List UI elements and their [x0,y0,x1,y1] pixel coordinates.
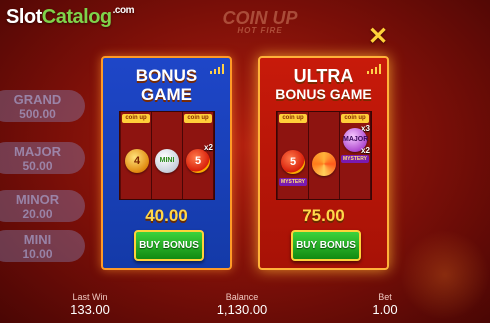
coin-up-tag: coin up [122,114,150,123]
buy-bonus-button[interactable]: BUY BONUS [134,230,204,261]
coin-up-tag: coin up [279,114,307,123]
jackpot-value: 500.00 [19,107,56,121]
coin-symbol: 5 [281,150,305,174]
last-win-display: Last Win 133.00 [45,292,135,317]
jackpot-name: MINI [23,232,52,247]
jackpot-major: MAJOR 50.00 [0,142,85,174]
game-logo-name: COIN UP [222,8,298,28]
jackpot-minor: MINOR 20.00 [0,190,85,222]
bet-display: Bet 1.00 [340,292,430,317]
coin-up-tag: coin up [184,114,212,123]
slotcatalog-watermark: SlotCatalog.com [6,5,135,29]
mystery-badge: MYSTERY [279,178,307,186]
balance-value: 1,130.00 [216,302,268,317]
jackpot-value: 20.00 [22,207,53,221]
mystery-badge: MYSTERY [341,155,369,163]
ultra-bonus-game-panel[interactable]: ULTRA BONUS GAME coin up coin up x3 MAJO… [258,56,389,270]
close-icon[interactable]: ✕ [367,25,389,49]
bonus-game-title: BONUS GAME [103,66,230,104]
bonus-price: 40.00 [145,206,188,225]
balance-display: Balance 1,130.00 [197,292,287,317]
jackpot-name: MAJOR [14,144,61,159]
ultra-reel-preview: coin up coin up x3 MAJOR x2 MYSTERY 5 MY… [276,111,372,200]
bonus-title-line2: GAME [141,85,192,104]
jackpot-name: GRAND [13,92,62,107]
watermark-catalog: Catalog [41,6,112,28]
mini-coin-symbol: MINI [155,149,179,173]
game-logo: COIN UP HOT FIRE [215,8,305,35]
coin-up-tag: coin up [341,114,369,123]
bet-value: 1.00 [372,302,398,317]
buy-ultra-bonus-button[interactable]: BUY BONUS [291,230,361,261]
jackpot-value: 10.00 [22,247,53,261]
bonus-title-line1: BONUS [135,66,198,85]
coin-symbol: 4 [125,149,149,173]
bet-label: Bet [378,292,392,302]
ultra-title-line1: ULTRA [293,66,354,86]
ultra-bonus-title: ULTRA BONUS GAME [260,66,387,102]
watermark-com: .com [112,5,135,16]
bonus-reel-preview: coin up coin up 4 MINI 5 x2 [119,111,215,200]
ultra-title-line2: BONUS GAME [275,86,372,102]
swirl-coin-symbol [312,152,336,176]
bonus-game-panel[interactable]: BONUS GAME coin up coin up 4 MINI 5 x2 4… [101,56,232,270]
last-win-label: Last Win [72,292,108,302]
jackpot-grand: GRAND 500.00 [0,90,85,122]
jackpot-name: MINOR [15,192,60,207]
jackpot-mini: MINI 10.00 [0,230,85,262]
last-win-value: 133.00 [70,302,110,317]
coin-symbol: 5 [186,149,210,173]
balance-label: Balance [225,292,259,302]
ultra-price: 75.00 [302,206,345,225]
watermark-slot: Slot [6,6,42,28]
multiplier-label: x2 [204,143,213,152]
jackpot-value: 50.00 [22,159,53,173]
multiplier-label: x2 [361,146,370,155]
